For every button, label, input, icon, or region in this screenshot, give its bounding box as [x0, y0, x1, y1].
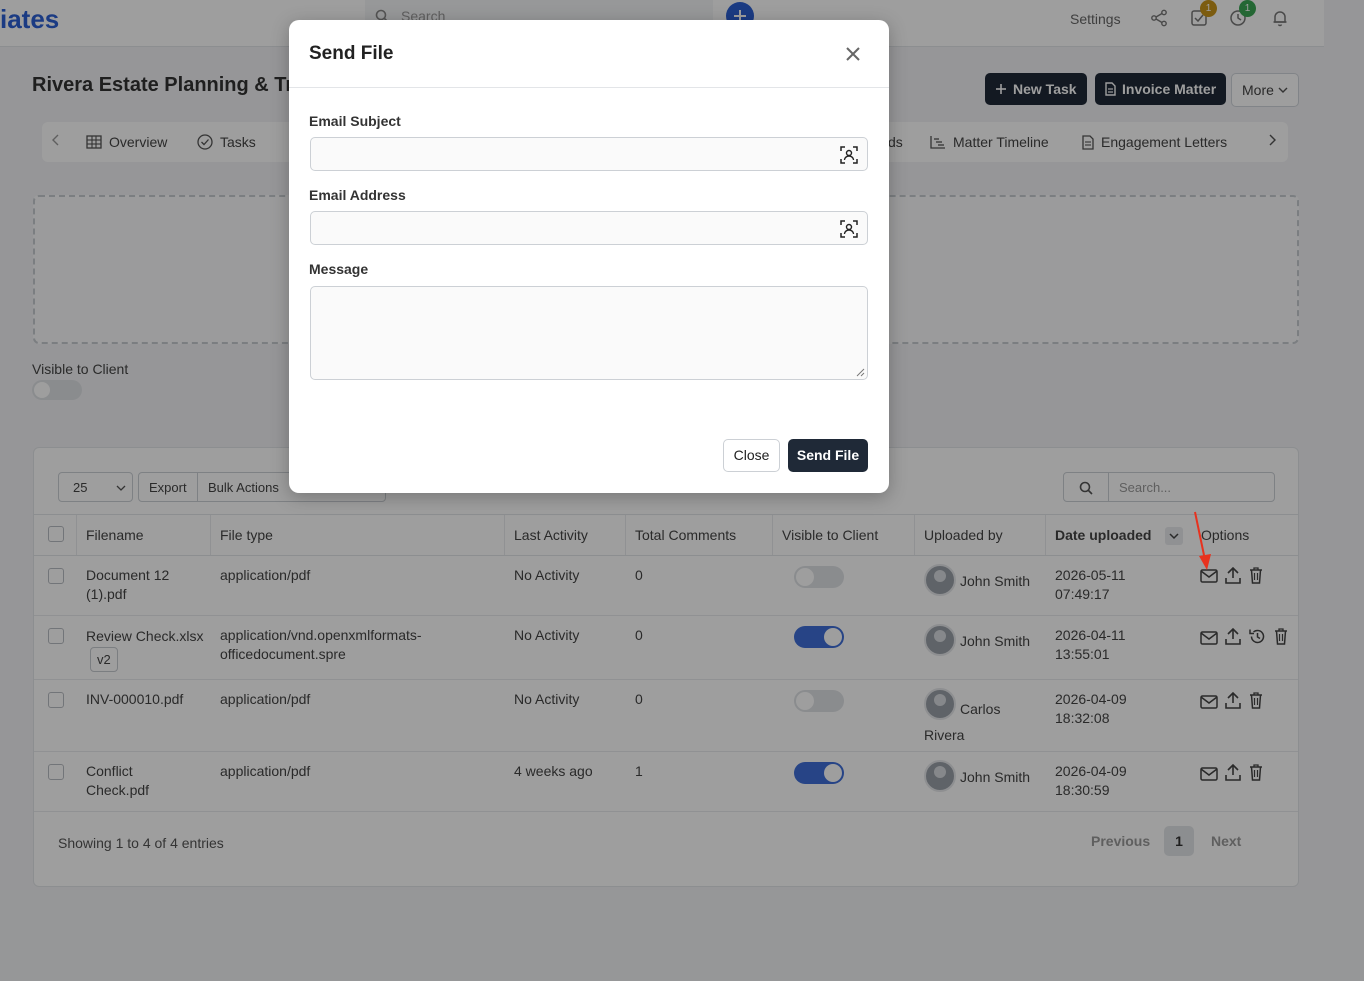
close-button[interactable]: Close	[723, 439, 780, 472]
email-subject-field[interactable]	[310, 137, 868, 171]
message-textarea[interactable]	[310, 286, 868, 380]
email-subject-label: Email Subject	[309, 113, 401, 129]
modal-title: Send File	[309, 43, 394, 64]
annotation-arrow-icon	[1190, 510, 1220, 570]
send-file-button[interactable]: Send File	[788, 439, 868, 472]
close-icon[interactable]	[845, 46, 861, 62]
modal-divider	[289, 87, 889, 88]
contact-picker-icon[interactable]	[840, 146, 858, 164]
email-address-field[interactable]	[310, 211, 868, 245]
email-address-label: Email Address	[309, 187, 406, 203]
message-label: Message	[309, 261, 369, 277]
resize-grip-icon[interactable]	[856, 368, 865, 377]
send-file-modal: Send File Email Subject Email Address Me…	[289, 20, 889, 493]
contact-picker-icon[interactable]	[840, 220, 858, 238]
